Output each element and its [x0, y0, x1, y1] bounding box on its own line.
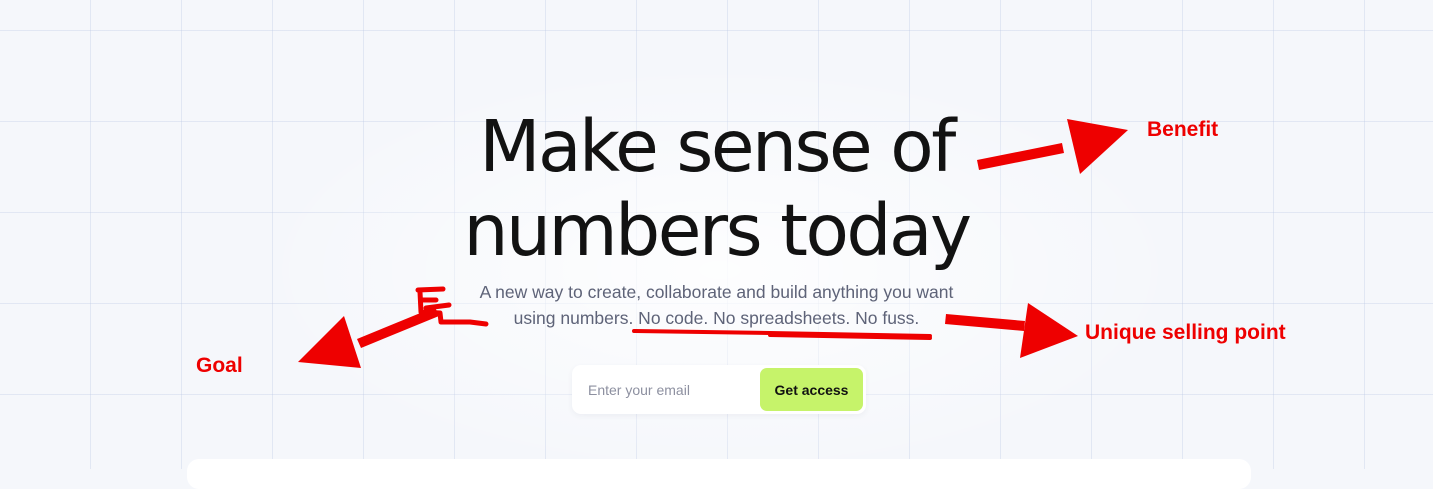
- annotation-benefit: Benefit: [1147, 118, 1219, 141]
- benefit-arrow-shaft: [977, 143, 1064, 170]
- annotation-marks: [298, 119, 1128, 368]
- usp-arrow-head: [1020, 303, 1078, 358]
- annotation-unique-selling-point: Unique selling point: [1085, 321, 1286, 344]
- usp-underline: [632, 329, 932, 340]
- benefit-arrow-head: [1067, 119, 1128, 174]
- annotation-goal: Goal: [196, 354, 243, 377]
- usp-arrow-shaft: [945, 314, 1025, 331]
- goal-arrow-head: [298, 316, 361, 368]
